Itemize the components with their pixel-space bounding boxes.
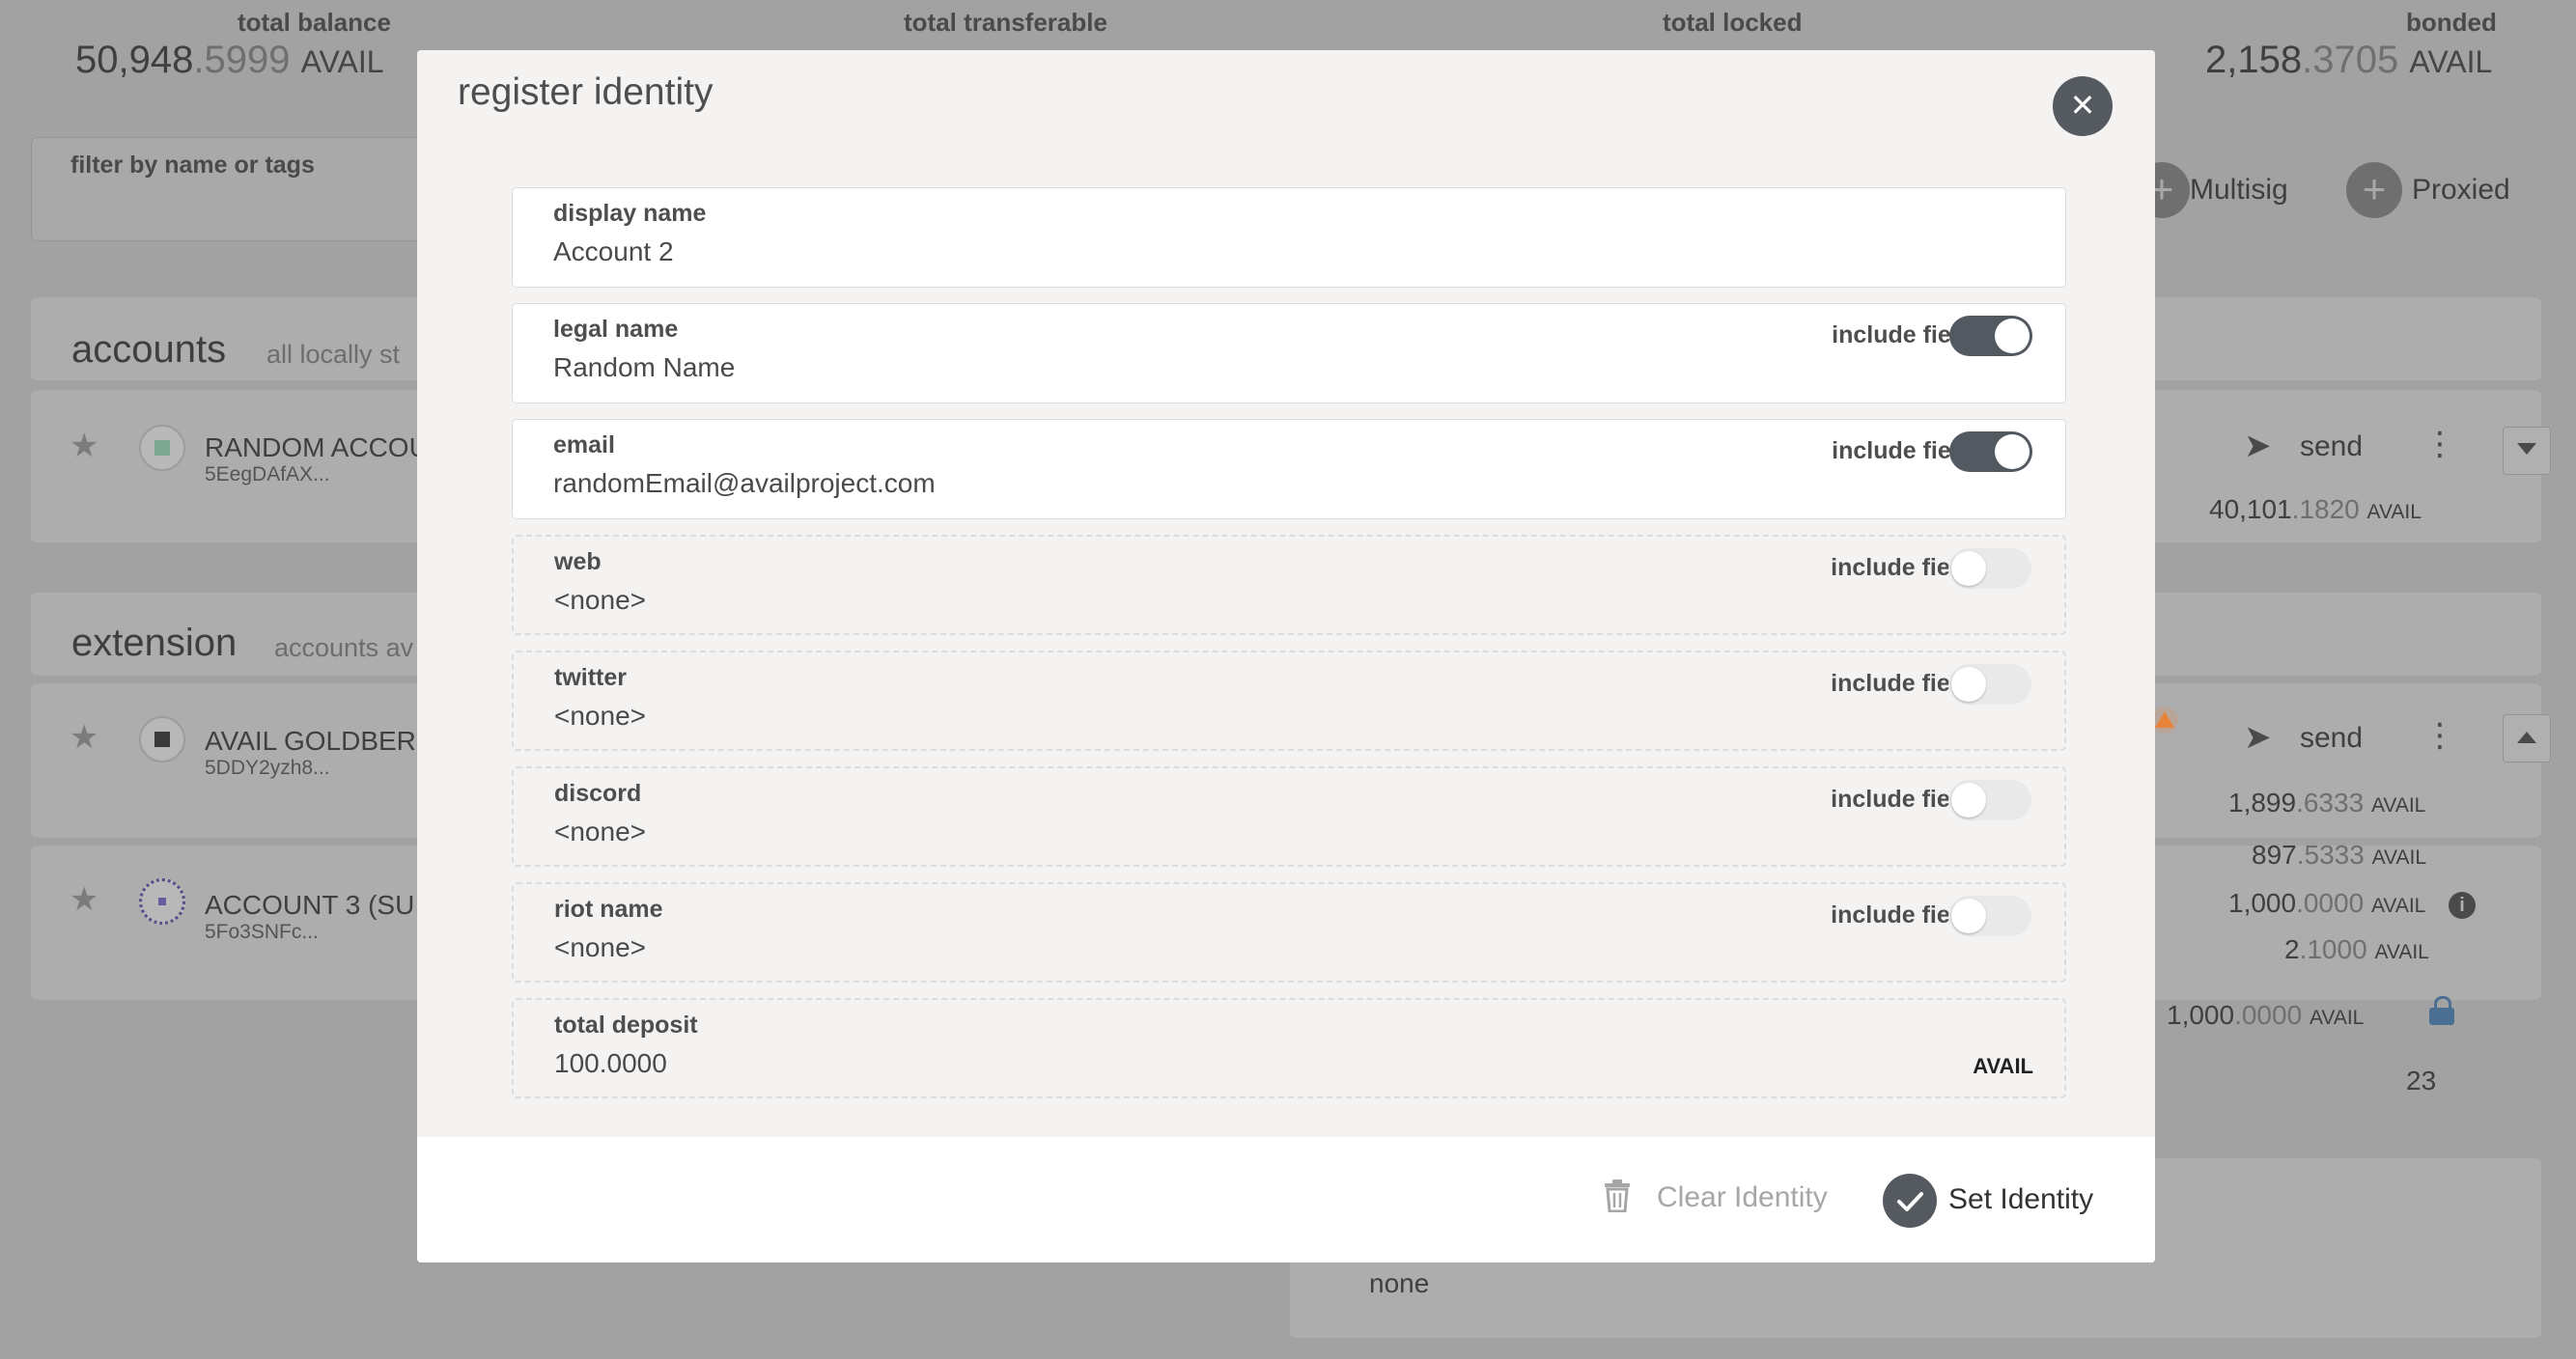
web-label: web xyxy=(554,548,602,575)
toggle-knob xyxy=(1951,667,1986,702)
accounts-subtitle: all locally st xyxy=(266,340,401,369)
legal-name-label: legal name xyxy=(553,316,679,343)
account-identicon-icon xyxy=(139,878,185,925)
web-input[interactable]: <none> xyxy=(554,585,646,616)
account-address[interactable]: 5EegDAfAX... xyxy=(205,463,330,486)
favorite-star-icon[interactable]: ★ xyxy=(70,718,98,757)
email-include-toggle[interactable] xyxy=(1949,431,2032,472)
email-input[interactable]: randomEmail@availproject.com xyxy=(553,468,936,499)
bonded-label: bonded xyxy=(2406,8,2497,37)
favorite-star-icon[interactable]: ★ xyxy=(70,427,98,465)
account-identicon-icon xyxy=(139,716,185,763)
modal-footer: Clear Identity Set Identity xyxy=(417,1137,2155,1262)
close-icon: ✕ xyxy=(2069,88,2096,123)
multisig-button[interactable]: Multisig xyxy=(2190,174,2288,207)
discord-field[interactable]: discord <none> include field xyxy=(512,766,2066,867)
twitter-field[interactable]: twitter <none> include field xyxy=(512,651,2066,751)
total-transferable-label: total transferable xyxy=(904,8,1107,37)
trash-icon xyxy=(1605,1179,1630,1212)
discord-include-toggle[interactable] xyxy=(1948,780,2031,820)
account-balance: 40,101.1820 AVAIL xyxy=(2209,494,2422,524)
filter-input[interactable]: filter by name or tags xyxy=(31,137,438,241)
display-name-input[interactable]: Account 2 xyxy=(553,236,674,267)
account-name: RANDOM ACCOU xyxy=(205,432,429,462)
toggle-knob xyxy=(1951,783,1986,818)
add-proxied-icon[interactable]: + xyxy=(2346,162,2402,218)
discord-label: discord xyxy=(554,780,642,807)
accounts-title: accounts xyxy=(71,328,227,371)
send-icon[interactable]: ➤ xyxy=(2244,427,2272,465)
more-options-icon[interactable]: ⋮ xyxy=(2423,425,2456,463)
info-icon[interactable]: i xyxy=(2449,892,2476,919)
lock-icon xyxy=(2429,996,2454,1025)
total-balance-value: 50,948.5999 AVAIL xyxy=(75,39,384,81)
twitter-label: twitter xyxy=(554,664,627,691)
riot-name-field[interactable]: riot name <none> include field xyxy=(512,882,2066,983)
discord-input[interactable]: <none> xyxy=(554,817,646,847)
total-deposit-field: total deposit 100.0000 AVAIL xyxy=(512,998,2066,1098)
total-deposit-label: total deposit xyxy=(554,1012,698,1039)
web-field[interactable]: web <none> include field xyxy=(512,535,2066,635)
web-include-toggle[interactable] xyxy=(1948,548,2031,589)
balance-transferable: 897.5333 AVAIL xyxy=(2252,840,2426,870)
bonded-value: 2,158.3705 AVAIL xyxy=(2205,39,2493,81)
modal-title: register identity xyxy=(458,71,714,113)
account-name: AVAIL GOLDBERG xyxy=(205,726,437,756)
clear-identity-label: Clear Identity xyxy=(1657,1181,1828,1213)
set-identity-label: Set Identity xyxy=(1948,1183,2094,1215)
toggle-knob xyxy=(1995,319,2030,353)
expand-chevron-down-icon[interactable] xyxy=(2503,427,2551,475)
twitter-input[interactable]: <none> xyxy=(554,701,646,732)
extension-subtitle: accounts av xyxy=(274,633,414,662)
email-label: email xyxy=(553,431,615,458)
favorite-star-icon[interactable]: ★ xyxy=(70,880,98,919)
close-button[interactable]: ✕ xyxy=(2053,76,2113,136)
toggle-knob xyxy=(1951,551,1986,586)
send-button[interactable]: send xyxy=(2300,722,2363,755)
filter-label: filter by name or tags xyxy=(70,152,315,179)
balance-total: 1,899.6333 AVAIL xyxy=(2228,788,2426,818)
collapse-chevron-up-icon[interactable] xyxy=(2503,714,2551,763)
total-locked-label: total locked xyxy=(1663,8,1803,37)
riot-name-label: riot name xyxy=(554,896,663,923)
send-button[interactable]: send xyxy=(2300,430,2363,463)
none-text: none xyxy=(1369,1268,1430,1298)
riot-name-input[interactable]: <none> xyxy=(554,932,646,963)
nonce-count: 23 xyxy=(2406,1066,2437,1096)
total-balance-label: total balance xyxy=(238,8,391,37)
account-identicon-icon xyxy=(139,425,185,471)
more-options-icon[interactable]: ⋮ xyxy=(2423,716,2456,755)
send-icon[interactable]: ➤ xyxy=(2244,718,2272,757)
display-name-field[interactable]: display name Account 2 xyxy=(512,187,2066,288)
total-deposit-unit: AVAIL xyxy=(1973,1054,2033,1078)
riot-name-include-toggle[interactable] xyxy=(1948,896,2031,936)
legal-name-field[interactable]: legal name Random Name include field xyxy=(512,303,2066,403)
proxied-button[interactable]: Proxied xyxy=(2412,174,2510,207)
display-name-label: display name xyxy=(553,200,707,227)
legal-name-input[interactable]: Random Name xyxy=(553,352,735,383)
account-address[interactable]: 5DDY2yzh8... xyxy=(205,757,330,780)
extension-title: extension xyxy=(71,622,238,664)
total-deposit-value: 100.0000 xyxy=(554,1048,667,1078)
balance-locked: 1,000.0000 AVAIL xyxy=(2228,888,2426,918)
toggle-knob xyxy=(1951,899,1986,933)
legal-name-include-toggle[interactable] xyxy=(1949,316,2032,356)
register-identity-modal: register identity ✕ display name Account… xyxy=(417,50,2155,1262)
balance-bonded: 1,000.0000 AVAIL xyxy=(2167,1000,2365,1030)
account-address[interactable]: 5Fo3SNFc... xyxy=(205,921,319,944)
check-icon xyxy=(1883,1174,1937,1228)
toggle-knob xyxy=(1995,434,2030,469)
balance-reserved: 2.1000 AVAIL xyxy=(2284,934,2429,964)
warning-icon[interactable] xyxy=(2151,707,2178,734)
email-field[interactable]: email randomEmail@availproject.com inclu… xyxy=(512,419,2066,519)
twitter-include-toggle[interactable] xyxy=(1948,664,2031,705)
account-name: ACCOUNT 3 (SU xyxy=(205,890,415,920)
